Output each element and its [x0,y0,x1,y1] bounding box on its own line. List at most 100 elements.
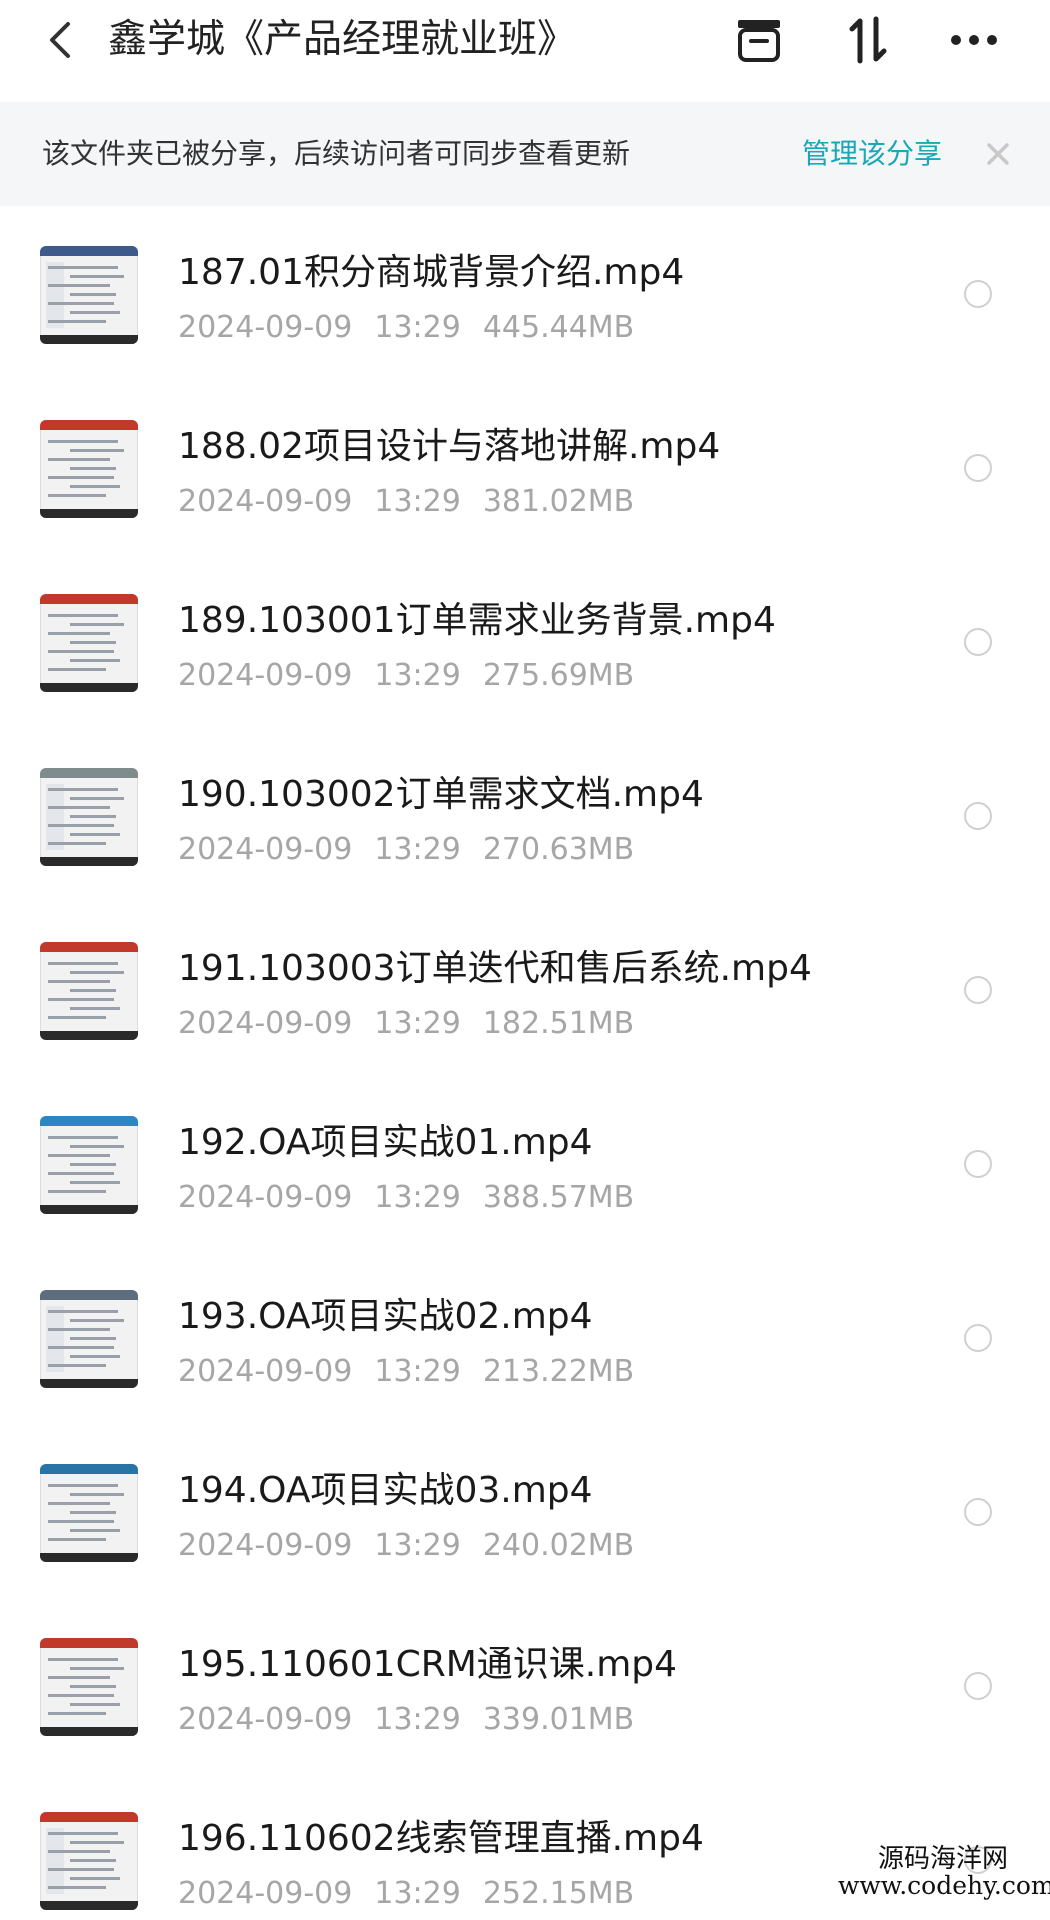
thumbnail-text-line [70,449,124,452]
thumbnail-dock [40,857,138,866]
file-name[interactable]: 189.103001订单需求业务背景.mp4 [178,596,776,646]
back-button[interactable] [40,14,80,66]
video-thumbnail[interactable] [40,1638,138,1736]
file-row[interactable]: 190.103002订单需求文档.mp4 2024-09-09 13:29 270.6… [0,728,1050,902]
watermark-line-1: 源码海洋网 [877,1844,1008,1874]
file-row[interactable]: 189.103001订单需求业务背景.mp4 2024-09-09 13:29 275… [0,554,1050,728]
select-checkbox[interactable] [964,1150,992,1178]
video-thumbnail[interactable] [40,942,138,1040]
thumbnail-text-line [70,797,124,800]
thumbnail-text-line [48,842,106,845]
file-time: 13:29 [374,1180,461,1215]
file-name[interactable]: 191.103003订单迭代和售后系统.mp4 [178,944,812,994]
video-thumbnail[interactable] [40,1812,138,1910]
thumbnail-toolbar [40,246,138,256]
video-thumbnail[interactable] [40,768,138,866]
file-time: 13:29 [374,1876,461,1911]
thumbnail-toolbar [40,1464,138,1474]
thumbnail-text-line [48,1538,106,1541]
file-row[interactable]: 187.01积分商城背景介绍.mp4 2024-09-09 13:29 445.44M… [0,206,1050,380]
thumbnail-text-line [48,1850,110,1853]
thumbnail-text-line [70,989,116,992]
file-size: 252.15MB [482,1876,635,1911]
thumbnail-toolbar [40,1290,138,1300]
more-options-button[interactable] [944,12,1004,68]
thumbnail-text-line [48,824,114,827]
select-checkbox[interactable] [964,454,992,482]
file-time: 13:29 [374,1006,461,1041]
file-row[interactable]: 194.OA项目实战03.mp4 2024-09-09 13:29 240.02MB [0,1424,1050,1598]
thumbnail-text-line [70,275,124,278]
thumbnail-text-line [48,614,118,617]
site-watermark: 源码海洋网 www.codehy.com [838,1844,1050,1900]
file-name[interactable]: 193.OA项目实战02.mp4 [178,1292,593,1342]
file-size: 213.22MB [482,1354,635,1389]
thumbnail-text-line [48,806,110,809]
select-checkbox[interactable] [964,976,992,1004]
thumbnail-text-line [48,1190,106,1193]
file-size: 381.02MB [482,484,635,519]
select-checkbox[interactable] [964,628,992,656]
thumbnail-text-line [70,1859,116,1862]
file-name[interactable]: 190.103002订单需求文档.mp4 [178,770,704,820]
file-meta: 2024-09-09 13:29 270.63MB [178,828,656,872]
file-name[interactable]: 194.OA项目实战03.mp4 [178,1466,593,1516]
select-checkbox[interactable] [964,802,992,830]
archive-button[interactable] [729,12,789,68]
thumbnail-toolbar [40,1116,138,1126]
video-thumbnail[interactable] [40,420,138,518]
select-checkbox[interactable] [964,1324,992,1352]
file-row[interactable]: 192.OA项目实战01.mp4 2024-09-09 13:29 388.57MB [0,1076,1050,1250]
share-notice-text: 该文件夹已被分享，后续访问者可同步查看更新 [42,137,631,170]
file-size: 182.51MB [482,1006,635,1041]
file-name[interactable]: 187.01积分商城背景介绍.mp4 [178,248,684,298]
close-banner-button[interactable] [978,134,1018,174]
thumbnail-text-line [48,962,118,965]
more-dots-icon [951,35,997,45]
file-list: 187.01积分商城背景介绍.mp4 2024-09-09 13:29 445.44M… [0,206,1050,1920]
thumbnail-text-line [70,293,116,296]
file-time: 13:29 [374,1702,461,1737]
sort-button[interactable] [838,12,898,68]
thumbnail-text-line [48,1346,114,1349]
file-row[interactable]: 195.110601CRM通识课.mp4 2024-09-09 13:29 339.0… [0,1598,1050,1772]
thumbnail-text-line [48,458,110,461]
video-thumbnail[interactable] [40,246,138,344]
file-date: 2024-09-09 [178,1528,353,1563]
file-row[interactable]: 193.OA项目实战02.mp4 2024-09-09 13:29 213.22MB [0,1250,1050,1424]
video-thumbnail[interactable] [40,594,138,692]
thumbnail-text-line [70,641,116,644]
file-size: 388.57MB [482,1180,635,1215]
thumbnail-text-line [48,1502,110,1505]
file-name[interactable]: 196.110602线索管理直播.mp4 [178,1814,704,1864]
video-thumbnail[interactable] [40,1290,138,1388]
thumbnail-text-line [48,1364,106,1367]
file-name[interactable]: 192.OA项目实战01.mp4 [178,1118,593,1168]
folder-title: 鑫学城《产品经理就业班》 [108,17,577,62]
thumbnail-text-line [48,320,106,323]
manage-share-link[interactable]: 管理该分享 [802,102,942,206]
file-date: 2024-09-09 [178,484,353,519]
select-checkbox[interactable] [964,280,992,308]
thumbnail-text-line [48,1520,114,1523]
file-time: 13:29 [374,1354,461,1389]
video-thumbnail[interactable] [40,1116,138,1214]
thumbnail-text-line [70,1319,124,1322]
thumbnail-side-panel [46,1306,64,1372]
thumbnail-text-line [48,1886,106,1889]
thumbnail-text-line [48,284,110,287]
select-checkbox[interactable] [964,1498,992,1526]
file-name[interactable]: 195.110601CRM通识课.mp4 [178,1640,677,1690]
thumbnail-text-line [70,1163,116,1166]
video-thumbnail[interactable] [40,1464,138,1562]
file-name[interactable]: 188.02项目设计与落地讲解.mp4 [178,422,720,472]
thumbnail-text-line [48,1328,110,1331]
thumbnail-text-line [48,1172,114,1175]
file-date: 2024-09-09 [178,310,353,345]
file-row[interactable]: 188.02项目设计与落地讲解.mp4 2024-09-09 13:29 381.02… [0,380,1050,554]
thumbnail-text-line [70,659,120,662]
thumbnail-text-line [70,1181,120,1184]
thumbnail-dock [40,1901,138,1910]
file-row[interactable]: 191.103003订单迭代和售后系统.mp4 2024-09-09 13:29 18… [0,902,1050,1076]
select-checkbox[interactable] [964,1672,992,1700]
